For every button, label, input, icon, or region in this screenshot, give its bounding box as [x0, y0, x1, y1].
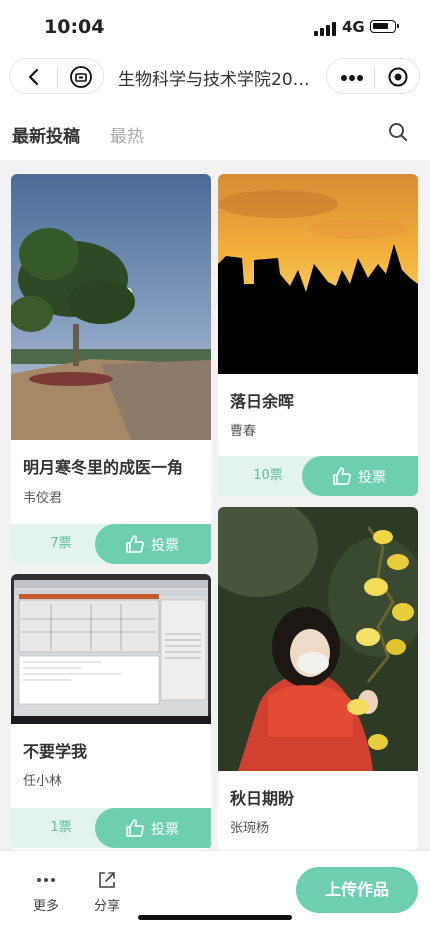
tab-bar: 最新投稿 最热 [0, 100, 430, 160]
vote-button[interactable]: 投票 [95, 524, 211, 564]
vote-bar: 10票 投票 [218, 456, 418, 496]
more-label: 更多 [32, 899, 59, 914]
post-title: 秋日期盼 [230, 789, 295, 808]
post-title: 落日余晖 [230, 392, 295, 411]
close-miniprogram-icon[interactable] [388, 67, 408, 87]
status-bar: 10:04 4G [0, 0, 430, 52]
thumbs-up-icon [333, 467, 351, 485]
more-dots-icon [37, 878, 55, 882]
vote-button-label: 投票 [358, 470, 386, 486]
share-icon [99, 872, 115, 888]
capsule-divider [57, 67, 58, 87]
tab-hottest[interactable]: 最热 [110, 122, 144, 147]
vote-bar: 1票 投票 [11, 808, 211, 848]
network-type: 4G [342, 18, 365, 36]
search-icon[interactable] [388, 122, 408, 142]
battery-icon [370, 20, 399, 33]
post-card[interactable]: 不要学我 任小林 1票 投票 [11, 574, 211, 850]
post-photo[interactable] [218, 507, 418, 771]
signal-icon [314, 22, 336, 36]
vote-button[interactable]: 投票 [302, 456, 418, 496]
back-icon[interactable] [24, 67, 44, 87]
upload-work-button[interactable]: 上传作品 [296, 867, 418, 913]
more-button[interactable]: 更多 [26, 869, 66, 914]
post-author: 张琬杨 [230, 821, 270, 836]
vote-button[interactable]: 投票 [95, 808, 211, 848]
share-button[interactable]: 分享 [87, 869, 127, 914]
vote-button-label: 投票 [151, 822, 179, 838]
post-card[interactable]: 明月寒冬里的成医一角 韦佼君 7票 投票 [11, 174, 211, 564]
vote-button-label: 投票 [151, 538, 179, 554]
post-author: 曹春 [230, 424, 257, 439]
post-photo[interactable] [11, 174, 211, 440]
miniprogram-capsule [326, 58, 420, 94]
post-title: 不要学我 [23, 742, 88, 761]
post-card[interactable]: 秋日期盼 张琬杨 [218, 507, 418, 850]
nav-left-capsule [9, 58, 104, 94]
share-label: 分享 [93, 899, 120, 914]
thumbs-up-icon [126, 535, 144, 553]
home-indicator [138, 915, 292, 920]
vote-bar: 7票 投票 [11, 524, 211, 564]
status-time: 10:04 [44, 16, 105, 38]
page-title: 生物科学与技术学院20… [118, 70, 310, 90]
capsule-divider [374, 67, 375, 87]
tab-latest[interactable]: 最新投稿 [12, 122, 80, 147]
more-menu-icon[interactable] [341, 75, 363, 81]
thumbs-up-icon [126, 819, 144, 837]
post-author: 韦佼君 [23, 491, 63, 506]
post-author: 任小林 [23, 774, 63, 789]
post-title: 明月寒冬里的成医一角 [23, 458, 184, 477]
post-photo[interactable] [218, 174, 418, 374]
home-icon[interactable] [70, 66, 92, 88]
nav-bar: 生物科学与技术学院20… [0, 52, 430, 100]
post-photo[interactable] [11, 574, 211, 724]
post-card[interactable]: 落日余晖 曹春 10票 投票 [218, 174, 418, 496]
